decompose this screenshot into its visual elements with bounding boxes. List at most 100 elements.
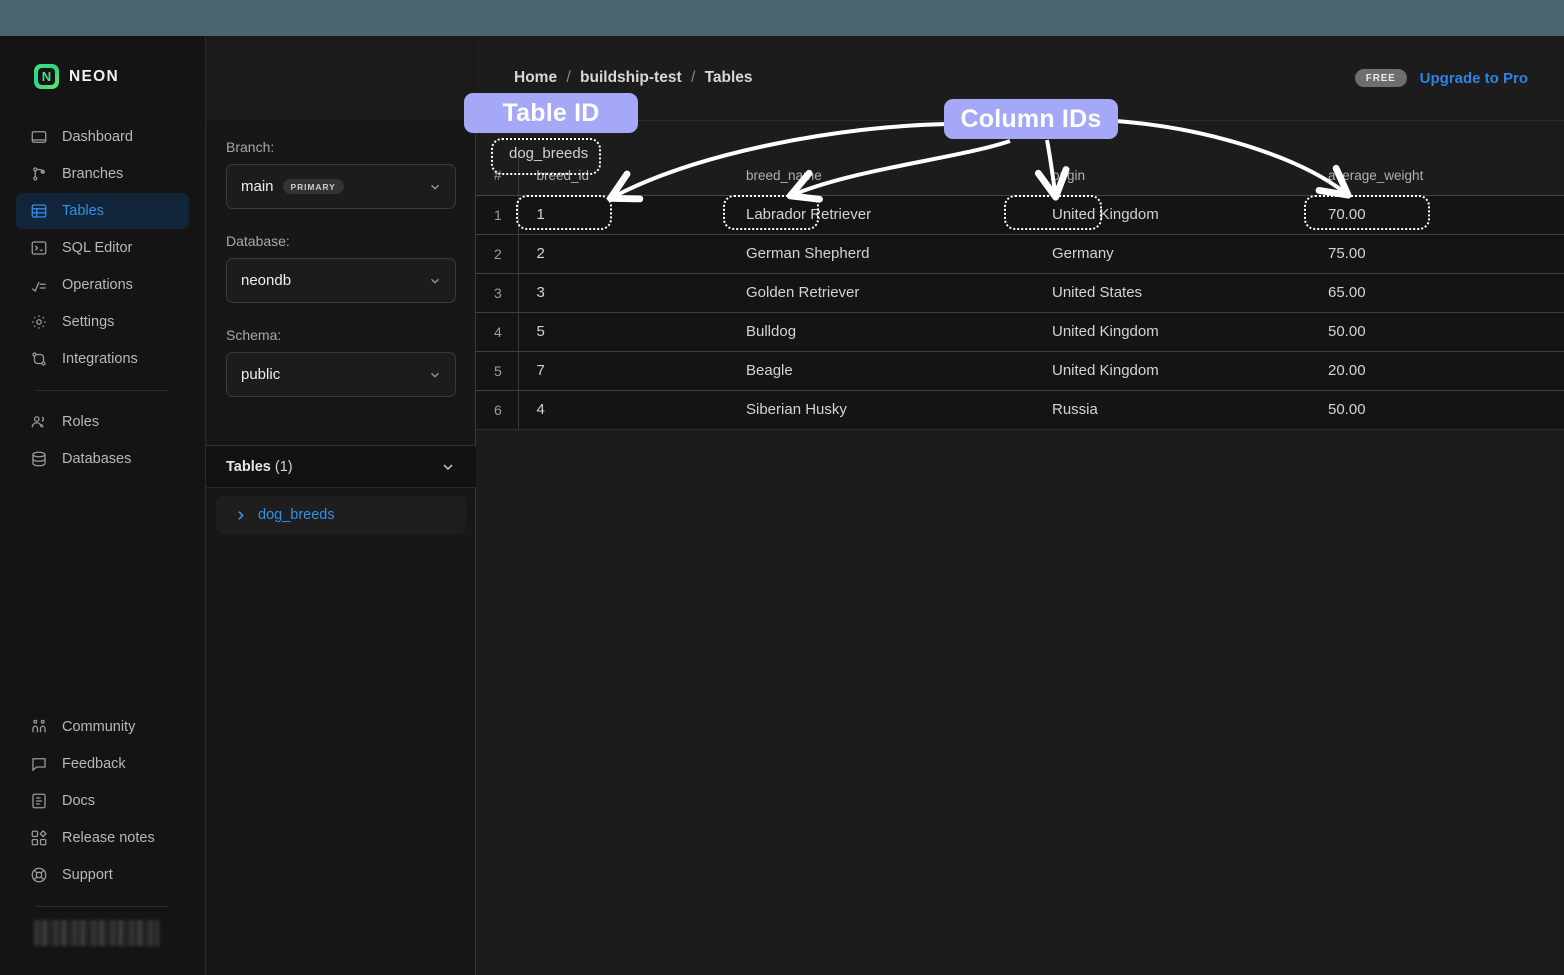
branches-icon: [30, 165, 48, 183]
sidebar-nav: Dashboard Branches Tables SQL Edi: [0, 119, 205, 477]
table-row[interactable]: 2 2 German Shepherd Germany 75.00: [476, 234, 1564, 273]
sidebar-item-operations[interactable]: Operations: [16, 267, 189, 303]
cell-breed-id[interactable]: 1: [518, 195, 728, 234]
breadcrumb-separator: /: [691, 69, 695, 86]
sidebar-item-label: Community: [62, 719, 135, 735]
upgrade-to-pro-link[interactable]: Upgrade to Pro: [1420, 70, 1528, 87]
column-header-breed-name[interactable]: breed_name: [728, 156, 1034, 195]
row-index: 5: [476, 351, 518, 390]
sidebar-item-label: Feedback: [62, 756, 126, 772]
sidebar-item-feedback[interactable]: Feedback: [16, 746, 189, 782]
neon-logo-icon: N: [34, 64, 59, 89]
browser-top-bar: [0, 0, 1564, 36]
tables-section-count: (1): [275, 459, 293, 475]
chevron-down-icon: [428, 180, 442, 194]
sidebar-item-dashboard[interactable]: Dashboard: [16, 119, 189, 155]
cell-breed-id[interactable]: 7: [518, 351, 728, 390]
sidebar-item-label: Dashboard: [62, 129, 133, 145]
sidebar-item-label: Roles: [62, 414, 99, 430]
cell-breed-name[interactable]: German Shepherd: [728, 234, 1034, 273]
cell-breed-name[interactable]: Labrador Retriever: [728, 195, 1034, 234]
cell-origin[interactable]: Germany: [1034, 234, 1310, 273]
cell-breed-name[interactable]: Beagle: [728, 351, 1034, 390]
cell-average-weight[interactable]: 50.00: [1310, 312, 1564, 351]
neon-logo[interactable]: N NEON: [0, 36, 205, 89]
table-list-item-dog-breeds[interactable]: dog_breeds: [216, 496, 466, 534]
cell-average-weight[interactable]: 65.00: [1310, 273, 1564, 312]
sidebar-item-roles[interactable]: Roles: [16, 404, 189, 440]
sidebar-item-label: Docs: [62, 793, 95, 809]
table-row[interactable]: 5 7 Beagle United Kingdom 20.00: [476, 351, 1564, 390]
operations-icon: [30, 276, 48, 294]
sidebar-item-docs[interactable]: Docs: [16, 783, 189, 819]
database-select[interactable]: neondb: [226, 258, 456, 303]
sidebar-item-release-notes[interactable]: Release notes: [16, 820, 189, 856]
integrations-icon: [30, 350, 48, 368]
cell-breed-id[interactable]: 2: [518, 234, 728, 273]
sidebar-item-branches[interactable]: Branches: [16, 156, 189, 192]
cell-breed-name[interactable]: Siberian Husky: [728, 390, 1034, 429]
plan-area: FREE Upgrade to Pro: [1355, 69, 1528, 87]
cell-breed-name[interactable]: Bulldog: [728, 312, 1034, 351]
sql-editor-icon: [30, 239, 48, 257]
table-row[interactable]: 1 1 Labrador Retriever United Kingdom 70…: [476, 195, 1564, 234]
cell-origin[interactable]: United Kingdom: [1034, 351, 1310, 390]
gear-icon: [30, 313, 48, 331]
breadcrumb: Home / buildship-test / Tables: [514, 69, 753, 87]
cell-average-weight[interactable]: 70.00: [1310, 195, 1564, 234]
docs-icon: [30, 792, 48, 810]
breadcrumb-separator: /: [566, 69, 570, 86]
sidebar-item-tables[interactable]: Tables: [16, 193, 189, 229]
dog-breeds-table: # breed_id breed_name origin average_wei…: [476, 156, 1564, 430]
database-select-value: neondb: [241, 272, 291, 289]
cell-origin[interactable]: United Kingdom: [1034, 312, 1310, 351]
column-header-average-weight[interactable]: average_weight: [1310, 156, 1564, 195]
cell-origin[interactable]: Russia: [1034, 390, 1310, 429]
sidebar-item-sql-editor[interactable]: SQL Editor: [16, 230, 189, 266]
breadcrumb-item-home[interactable]: Home: [514, 69, 557, 86]
cell-breed-name[interactable]: Golden Retriever: [728, 273, 1034, 312]
data-grid: # breed_id breed_name origin average_wei…: [476, 156, 1564, 430]
chevron-down-icon: [428, 274, 442, 288]
release-notes-icon: [30, 829, 48, 847]
sidebar-item-settings[interactable]: Settings: [16, 304, 189, 340]
schema-select-value: public: [241, 366, 280, 383]
cell-origin[interactable]: United States: [1034, 273, 1310, 312]
row-index: 1: [476, 195, 518, 234]
sidebar-item-community[interactable]: Community: [16, 709, 189, 745]
cell-breed-id[interactable]: 4: [518, 390, 728, 429]
tables-section-header[interactable]: Tables (1): [206, 445, 476, 488]
table-row[interactable]: 4 5 Bulldog United Kingdom 50.00: [476, 312, 1564, 351]
breadcrumb-item-tables[interactable]: Tables: [705, 69, 753, 86]
cell-average-weight[interactable]: 50.00: [1310, 390, 1564, 429]
branch-select[interactable]: main PRIMARY: [226, 164, 456, 209]
cell-breed-id[interactable]: 5: [518, 312, 728, 351]
table-row[interactable]: 6 4 Siberian Husky Russia 50.00: [476, 390, 1564, 429]
cell-average-weight[interactable]: 20.00: [1310, 351, 1564, 390]
sidebar-item-integrations[interactable]: Integrations: [16, 341, 189, 377]
sidebar-item-label: Databases: [62, 451, 131, 467]
sidebar-item-label: Tables: [62, 203, 104, 219]
table-id-value: dog_breeds: [509, 145, 588, 162]
column-header-origin[interactable]: origin: [1034, 156, 1310, 195]
branch-select-value: main: [241, 178, 274, 195]
cell-breed-id[interactable]: 3: [518, 273, 728, 312]
sidebar-item-label: Release notes: [62, 830, 155, 846]
primary-sidebar: N NEON Dashboard Branches: [0, 36, 206, 975]
user-profile-redacted[interactable]: [34, 920, 159, 946]
schema-label: Schema:: [226, 327, 455, 343]
schema-select[interactable]: public: [226, 352, 456, 397]
cell-origin[interactable]: United Kingdom: [1034, 195, 1310, 234]
roles-icon: [30, 413, 48, 431]
sidebar-item-support[interactable]: Support: [16, 857, 189, 893]
chevron-right-icon: [234, 509, 247, 522]
table-row[interactable]: 3 3 Golden Retriever United States 65.00: [476, 273, 1564, 312]
sidebar-item-databases[interactable]: Databases: [16, 441, 189, 477]
cell-average-weight[interactable]: 75.00: [1310, 234, 1564, 273]
breadcrumb-bar: Home / buildship-test / Tables FREE Upgr…: [476, 36, 1564, 121]
breadcrumb-item-project[interactable]: buildship-test: [580, 69, 682, 86]
sidebar-footer-divider: [36, 906, 169, 907]
sidebar-item-label: Integrations: [62, 351, 138, 367]
sidebar-item-label: SQL Editor: [62, 240, 132, 256]
tables-icon: [30, 202, 48, 220]
